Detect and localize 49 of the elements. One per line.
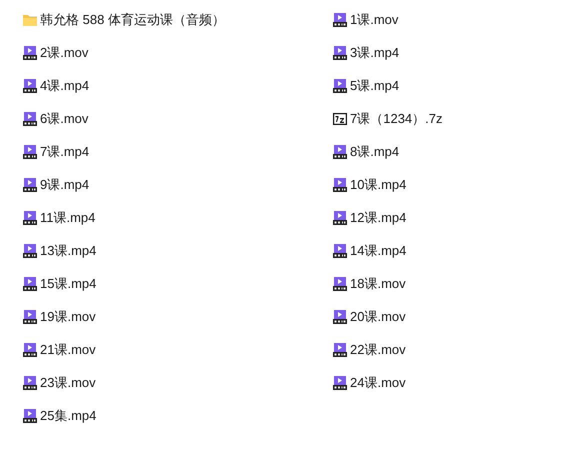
file-item[interactable]: 20课.mov [332, 306, 406, 326]
file-item[interactable]: 11课.mp4 [22, 208, 96, 228]
file-item[interactable]: 9课.mp4 [22, 174, 90, 194]
video-file-icon [22, 176, 38, 192]
video-file-icon [22, 374, 38, 390]
video-file-icon [332, 176, 348, 192]
file-item[interactable]: 25集.mp4 [22, 406, 96, 426]
file-item[interactable]: 韩允格 588 体育运动课（音频） [22, 10, 225, 30]
archive-file-icon [332, 110, 348, 126]
file-item[interactable]: 4课.mp4 [22, 76, 90, 96]
file-item[interactable]: 22课.mov [332, 340, 406, 360]
file-item[interactable]: 24课.mov [332, 372, 406, 392]
file-item[interactable]: 10课.mp4 [332, 174, 406, 194]
video-file-icon [22, 44, 38, 60]
file-item[interactable]: 18课.mov [332, 274, 406, 294]
file-item[interactable]: 23课.mov [22, 372, 96, 392]
video-file-icon [332, 210, 348, 226]
video-file-icon [22, 210, 38, 226]
file-item[interactable]: 21课.mov [22, 340, 96, 360]
file-item[interactable]: 7课.mp4 [22, 142, 90, 162]
video-file-icon [22, 342, 38, 358]
file-item[interactable]: 7课（1234）.7z [332, 108, 442, 128]
video-file-icon [22, 78, 38, 94]
file-item[interactable]: 8课.mp4 [332, 142, 400, 162]
video-file-icon [332, 144, 348, 160]
video-file-icon [332, 242, 348, 258]
file-item[interactable]: 6课.mov [22, 108, 88, 128]
video-file-icon [332, 276, 348, 292]
video-file-icon [332, 374, 348, 390]
file-item[interactable]: 2课.mov [22, 42, 88, 62]
video-file-icon [22, 110, 38, 126]
video-file-icon [22, 308, 38, 324]
file-item[interactable]: 14课.mp4 [332, 240, 406, 260]
file-item[interactable]: 12课.mp4 [332, 208, 406, 228]
video-file-icon [332, 308, 348, 324]
file-item[interactable]: 1课.mov [332, 10, 398, 30]
file-item[interactable]: 5课.mp4 [332, 76, 400, 96]
video-file-icon [22, 144, 38, 160]
video-file-icon [332, 44, 348, 60]
video-file-icon [22, 408, 38, 424]
video-file-icon [332, 12, 348, 28]
file-item[interactable]: 13课.mp4 [22, 240, 96, 260]
file-item[interactable]: 15课.mp4 [22, 274, 96, 294]
video-file-icon [332, 342, 348, 358]
video-file-icon [332, 78, 348, 94]
file-item[interactable]: 3课.mp4 [332, 42, 400, 62]
video-file-icon [22, 276, 38, 292]
file-item[interactable]: 19课.mov [22, 306, 96, 326]
video-file-icon [22, 242, 38, 258]
